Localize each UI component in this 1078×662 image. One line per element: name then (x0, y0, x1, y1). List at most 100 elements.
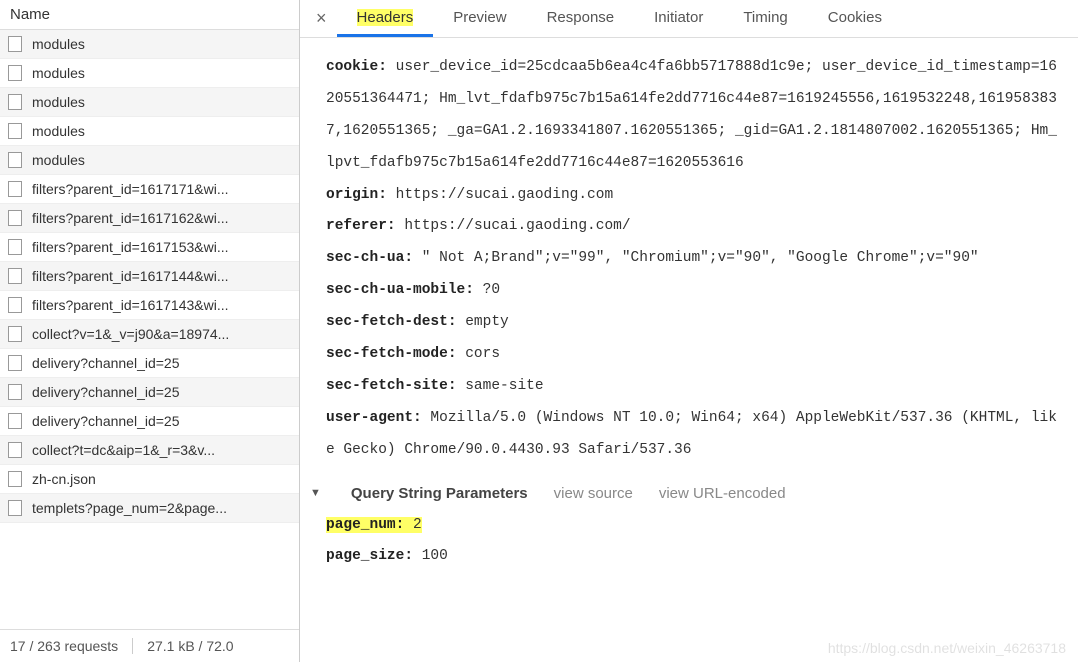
header-value: cors (465, 346, 500, 362)
request-name: filters?parent_id=1617162&wi... (32, 210, 229, 226)
document-icon (8, 36, 22, 52)
tab-initiator[interactable]: Initiator (634, 1, 723, 37)
header-row: sec-fetch-dest: empty (326, 307, 1060, 339)
tab-headers[interactable]: Headers (337, 1, 434, 37)
document-icon (8, 471, 22, 487)
header-key: referer: (326, 218, 404, 234)
request-row[interactable]: collect?t=dc&aip=1&_r=3&v... (0, 436, 299, 465)
tab-timing[interactable]: Timing (723, 1, 807, 37)
request-row[interactable]: delivery?channel_id=25 (0, 378, 299, 407)
request-row[interactable]: modules (0, 88, 299, 117)
header-key: sec-fetch-site: (326, 378, 465, 394)
header-value: https://sucai.gaoding.com (396, 187, 614, 203)
document-icon (8, 413, 22, 429)
detail-tabs: × Headers PreviewResponseInitiatorTimingC… (300, 0, 1078, 38)
query-param-value: 100 (413, 548, 448, 564)
close-icon[interactable]: × (306, 8, 337, 29)
request-row[interactable]: filters?parent_id=1617171&wi... (0, 175, 299, 204)
request-name: filters?parent_id=1617144&wi... (32, 268, 229, 284)
document-icon (8, 94, 22, 110)
request-name: modules (32, 94, 85, 110)
document-icon (8, 239, 22, 255)
request-row[interactable]: collect?v=1&_v=j90&a=18974... (0, 320, 299, 349)
request-name: delivery?channel_id=25 (32, 355, 180, 371)
tab-cookies[interactable]: Cookies (808, 1, 902, 37)
document-icon (8, 65, 22, 81)
header-key: user-agent: (326, 410, 430, 426)
header-value: " Not A;Brand";v="99", "Chromium";v="90"… (422, 250, 979, 266)
header-row: sec-ch-ua-mobile: ?0 (326, 275, 1060, 307)
header-value: https://sucai.gaoding.com/ (404, 218, 630, 234)
request-row[interactable]: modules (0, 30, 299, 59)
query-section-title: Query String Parameters (351, 477, 528, 510)
tab-response[interactable]: Response (527, 1, 635, 37)
status-bar: 17 / 263 requests 27.1 kB / 72.0 (0, 629, 299, 662)
request-name: modules (32, 65, 85, 81)
request-name: templets?page_num=2&page... (32, 500, 227, 516)
header-key: sec-fetch-mode: (326, 346, 465, 362)
query-param-key: page_num: (326, 517, 404, 533)
request-list: modules modules modules modules modules filte… (0, 30, 299, 629)
request-name: zh-cn.json (32, 471, 96, 487)
query-param-row: page_size: 100 (326, 541, 1060, 573)
request-row[interactable]: filters?parent_id=1617143&wi... (0, 291, 299, 320)
header-row: cookie: user_device_id=25cdcaa5b6ea4c4fa… (326, 52, 1060, 180)
request-row[interactable]: delivery?channel_id=25 (0, 407, 299, 436)
query-param-key: page_size: (326, 548, 413, 564)
request-name: modules (32, 152, 85, 168)
request-row[interactable]: templets?page_num=2&page... (0, 494, 299, 523)
request-name: delivery?channel_id=25 (32, 413, 180, 429)
document-icon (8, 268, 22, 284)
header-key: origin: (326, 187, 396, 203)
request-row[interactable]: filters?parent_id=1617162&wi... (0, 204, 299, 233)
header-key: sec-ch-ua-mobile: (326, 282, 483, 298)
document-icon (8, 384, 22, 400)
query-param-value: 2 (404, 517, 421, 533)
header-row: sec-fetch-site: same-site (326, 371, 1060, 403)
query-section-header[interactable]: Query String Parameters view source view… (310, 477, 1060, 510)
request-row[interactable]: filters?parent_id=1617144&wi... (0, 262, 299, 291)
document-icon (8, 123, 22, 139)
document-icon (8, 326, 22, 342)
header-value: Mozilla/5.0 (Windows NT 10.0; Win64; x64… (326, 410, 1057, 458)
header-value: ?0 (483, 282, 500, 298)
request-row[interactable]: modules (0, 117, 299, 146)
header-key: sec-fetch-dest: (326, 314, 465, 330)
request-name: modules (32, 36, 85, 52)
column-header-name[interactable]: Name (0, 0, 299, 30)
header-key: cookie: (326, 59, 396, 75)
request-name: filters?parent_id=1617143&wi... (32, 297, 229, 313)
header-value: empty (465, 314, 509, 330)
view-source-link[interactable]: view source (554, 477, 633, 510)
request-row[interactable]: delivery?channel_id=25 (0, 349, 299, 378)
tab-preview[interactable]: Preview (433, 1, 526, 37)
document-icon (8, 210, 22, 226)
header-row: origin: https://sucai.gaoding.com (326, 180, 1060, 212)
view-url-encoded-link[interactable]: view URL-encoded (659, 477, 786, 510)
request-row[interactable]: modules (0, 146, 299, 175)
document-icon (8, 181, 22, 197)
request-name: filters?parent_id=1617171&wi... (32, 181, 229, 197)
requests-panel: Name modulesmodulesmodulesmodulesmodules… (0, 0, 300, 662)
document-icon (8, 152, 22, 168)
query-param-row: page_num: 2 (326, 510, 1060, 542)
request-name: collect?v=1&_v=j90&a=18974... (32, 326, 229, 342)
header-row: user-agent: Mozilla/5.0 (Windows NT 10.0… (326, 403, 1060, 467)
detail-panel: × Headers PreviewResponseInitiatorTimingC… (300, 0, 1078, 662)
status-size: 27.1 kB / 72.0 (147, 638, 247, 654)
query-string-section: Query String Parameters view source view… (326, 477, 1060, 574)
header-row: sec-ch-ua: " Not A;Brand";v="99", "Chrom… (326, 243, 1060, 275)
request-name: collect?t=dc&aip=1&_r=3&v... (32, 442, 215, 458)
header-value: same-site (465, 378, 543, 394)
header-value: user_device_id=25cdcaa5b6ea4c4fa6bb57178… (326, 59, 1057, 171)
request-row[interactable]: modules (0, 59, 299, 88)
header-row: referer: https://sucai.gaoding.com/ (326, 211, 1060, 243)
request-row[interactable]: zh-cn.json (0, 465, 299, 494)
headers-content: cookie: user_device_id=25cdcaa5b6ea4c4fa… (300, 38, 1078, 662)
tab-label: Headers (357, 9, 414, 26)
header-key: sec-ch-ua: (326, 250, 422, 266)
request-name: delivery?channel_id=25 (32, 384, 180, 400)
document-icon (8, 355, 22, 371)
request-row[interactable]: filters?parent_id=1617153&wi... (0, 233, 299, 262)
header-row: sec-fetch-mode: cors (326, 339, 1060, 371)
